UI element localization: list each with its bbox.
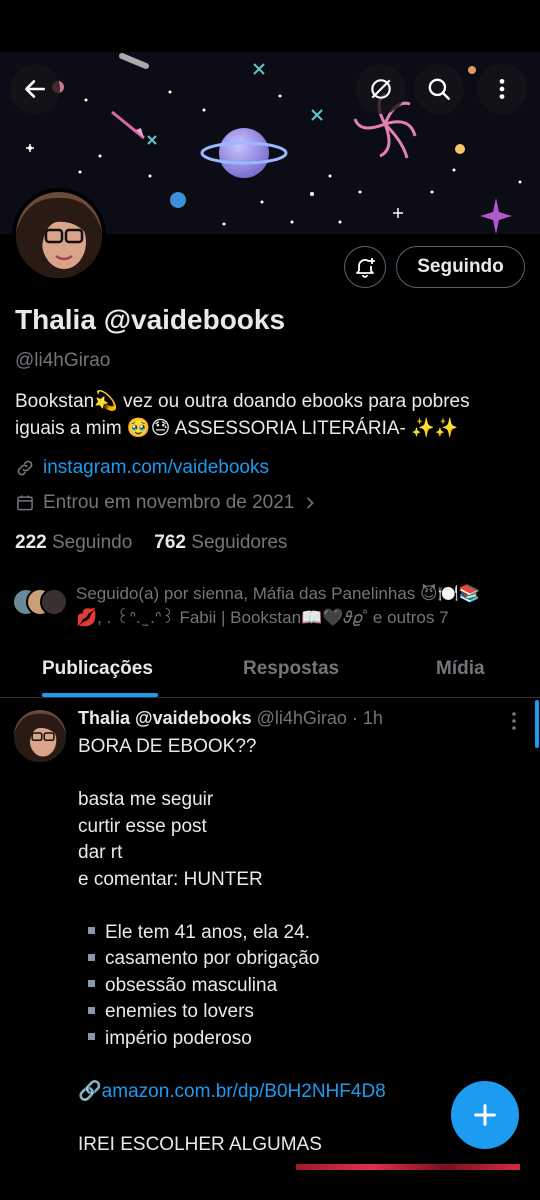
post-line: IREI ESCOLHER ALGUMAS xyxy=(78,1133,322,1155)
profile-avatar[interactable] xyxy=(12,188,106,282)
profile-link-row: instagram.com/vaidebooks xyxy=(15,457,269,479)
post-bullet-item: Ele tem 41 anos, ela 24. xyxy=(78,920,518,947)
tab-respostas[interactable]: Respostas xyxy=(243,658,339,680)
more-vertical-icon xyxy=(512,712,516,730)
post-line: basta me seguir xyxy=(78,789,214,810)
bio-line-1: Bookstan💫 vez ou outra doando ebooks par… xyxy=(15,391,470,412)
bio-line-2: iguais a mim 🥹😓 ASSESSORIA LITERÁRIA- ✨✨ xyxy=(15,418,459,439)
chevron-right-icon xyxy=(307,497,314,509)
compose-post-button[interactable] xyxy=(451,1081,519,1149)
post-text: BORA DE EBOOK?? basta me seguir curtir e… xyxy=(78,734,518,1158)
post-line xyxy=(78,761,518,788)
arrow-left-icon xyxy=(25,80,45,98)
bullet-icon xyxy=(88,953,95,961)
post-avatar[interactable] xyxy=(14,710,66,762)
notifications-button[interactable] xyxy=(344,246,386,288)
more-options-button[interactable] xyxy=(477,64,527,114)
post-meta: @li4hGirao · 1h xyxy=(251,708,383,728)
more-vertical-icon xyxy=(499,79,505,99)
following-button[interactable]: Seguindo xyxy=(396,246,525,288)
post-line: BORA DE EBOOK?? xyxy=(78,736,257,757)
profile-website-link[interactable]: instagram.com/vaidebooks xyxy=(43,457,269,479)
translate-toggle-button[interactable] xyxy=(356,64,406,114)
link-icon xyxy=(17,460,33,476)
post-link[interactable]: amazon.com.br/dp/B0H2NHF4D8 xyxy=(102,1081,386,1102)
followers-count-link[interactable]: 762 Seguidores xyxy=(154,532,287,554)
profile-tabs: Publicações Respostas Mídia xyxy=(0,646,540,698)
search-icon xyxy=(428,78,450,100)
post-link-line: 🔗amazon.com.br/dp/B0H2NHF4D8 xyxy=(78,1079,518,1106)
bullet-icon xyxy=(88,980,95,988)
bell-plus-icon xyxy=(356,258,375,278)
joined-date: Entrou em novembro de 2021 xyxy=(43,492,295,513)
post-more-button[interactable] xyxy=(506,710,522,737)
post-bullet-item: enemies to lovers xyxy=(78,999,518,1026)
post-line: dar rt xyxy=(78,842,123,863)
avatar xyxy=(40,588,68,616)
post-line xyxy=(78,893,518,920)
followed-by-avatars xyxy=(12,588,72,620)
tab-publicacoes[interactable]: Publicações xyxy=(42,658,153,680)
bullet-icon xyxy=(88,927,95,935)
post-author[interactable]: Thalia @vaidebooks xyxy=(78,708,252,728)
post-bullet-item: império poderoso xyxy=(78,1026,518,1053)
post-header: Thalia @vaidebooks @li4hGirao · 1h xyxy=(78,708,383,729)
tab-midia[interactable]: Mídia xyxy=(436,658,485,680)
post-bullet-item: casamento por obrigação xyxy=(78,946,518,973)
link-emoji-icon: 🔗 xyxy=(78,1080,102,1102)
profile-bio: Bookstan💫 vez ou outra doando ebooks par… xyxy=(15,388,525,442)
joined-row[interactable]: Entrou em novembro de 2021 xyxy=(15,492,318,514)
plus-icon xyxy=(474,1104,496,1126)
profile-name: Thalia @vaidebooks xyxy=(15,304,286,335)
post-line: curtir esse post xyxy=(78,815,207,837)
post-line: e comentar: HUNTER xyxy=(78,868,263,890)
bullet-icon xyxy=(88,1033,95,1041)
scrollbar[interactable] xyxy=(535,700,539,748)
profile-handle: @li4hGirao xyxy=(15,350,111,371)
search-button[interactable] xyxy=(414,64,464,114)
follow-counts: 222 Seguindo 762 Seguidores xyxy=(15,532,287,554)
back-button[interactable] xyxy=(10,64,60,114)
post-media-preview[interactable] xyxy=(296,1164,520,1170)
post-bullet-item: obsessão masculina xyxy=(78,973,518,1000)
followed-by-text: Seguido(a) por sienna, Máfia das Panelin… xyxy=(76,584,481,627)
no-translate-icon xyxy=(371,79,391,99)
calendar-icon xyxy=(17,495,33,511)
following-count-link[interactable]: 222 Seguindo xyxy=(15,532,132,554)
active-tab-indicator xyxy=(42,693,158,697)
bullet-icon xyxy=(88,1006,95,1014)
